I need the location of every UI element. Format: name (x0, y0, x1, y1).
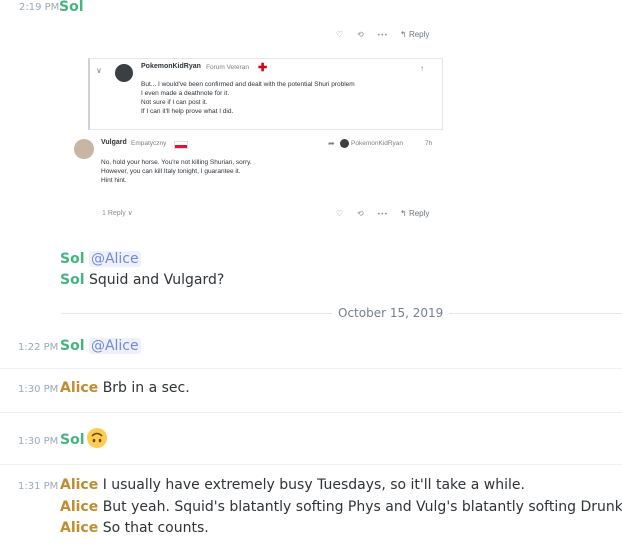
message-text: Brb in a sec. (102, 380, 190, 396)
message-text: I usually have extremely busy Tuesdays, … (102, 477, 525, 493)
author-name[interactable]: Sol (60, 432, 85, 448)
quote-body: But... I would've been confirmed and dea… (141, 80, 355, 116)
like-icon[interactable]: ♡ (336, 209, 343, 218)
timestamp: 1:30 PM (18, 384, 59, 395)
message: Alice But yeah. Squid's blatantly softin… (60, 499, 622, 515)
upside-down-face-icon (87, 428, 107, 448)
message-text: Squid and Vulgard? (88, 272, 225, 288)
author-name[interactable]: Sol (60, 338, 85, 354)
reply-to-icon: ➦ (328, 139, 335, 148)
timestamp: 1:22 PM (18, 342, 59, 353)
up-arrow-icon[interactable]: ↑ (420, 64, 424, 73)
flag-icon (174, 141, 188, 149)
share-icon[interactable]: ⟲ (357, 30, 364, 39)
reply-line: However, you can kill Italy tonight, I g… (101, 168, 241, 175)
date-divider: October 15, 2019 (332, 306, 450, 320)
message-text: So that counts. (102, 520, 209, 536)
share-icon[interactable]: ⟲ (357, 209, 364, 218)
reply-to-name[interactable]: PokemonKidRyan (351, 140, 403, 147)
avatar (340, 139, 349, 148)
mention[interactable]: @Alice (88, 338, 141, 354)
separator (0, 464, 622, 465)
reply-line: Hint hint. (101, 177, 127, 184)
post-age: 7h (425, 140, 433, 147)
author-name[interactable]: Sol (60, 251, 85, 267)
separator (0, 412, 622, 413)
author-name[interactable]: Alice (60, 477, 98, 493)
message-text: But yeah. Squid's blatantly softing Phys… (102, 499, 622, 515)
reply-label: Reply (408, 30, 430, 39)
more-icon[interactable]: ••• (377, 32, 388, 39)
separator (0, 368, 622, 369)
timestamp: 1:30 PM (18, 436, 59, 447)
author-name[interactable]: Sol (59, 0, 84, 15)
message: Sol (60, 432, 85, 448)
timestamp: 2:19 PM (19, 2, 60, 13)
quote-author[interactable]: PokemonKidRyan (141, 63, 201, 70)
message: Sol @Alice (60, 338, 141, 354)
message: Alice So that counts. (60, 520, 209, 536)
reply-author[interactable]: Vulgard (101, 139, 127, 146)
avatar (115, 64, 133, 82)
reply-label: Reply (408, 209, 430, 218)
author-name[interactable]: Alice (60, 499, 98, 515)
reply-button[interactable]: ↰ Reply (400, 30, 429, 39)
author-name[interactable]: Sol (60, 272, 85, 288)
reply-button[interactable]: ↰ Reply (400, 209, 429, 218)
message: Alice Brb in a sec. (60, 380, 190, 396)
like-icon[interactable]: ♡ (336, 30, 343, 39)
author-name[interactable]: Alice (60, 520, 98, 536)
author-name[interactable]: Alice (60, 380, 98, 396)
quote-line: I even made a deathnote for it. (141, 90, 230, 97)
reply-body: No, hold your horse. You're not killing … (101, 158, 252, 185)
reply-line: No, hold your horse. You're not killing … (101, 159, 252, 166)
quote-rank: Forum Veteran (206, 64, 249, 71)
message: Sol @Alice (60, 251, 141, 267)
collapse-icon[interactable]: ∨ (96, 66, 102, 75)
more-icon[interactable]: ••• (377, 211, 388, 218)
quote-line: But... I would've been confirmed and dea… (141, 81, 355, 88)
message: Alice I usually have extremely busy Tues… (60, 477, 525, 493)
mention[interactable]: @Alice (88, 251, 141, 267)
message: Sol Squid and Vulgard? (60, 272, 224, 288)
flag-icon: ✚ (258, 62, 268, 74)
timestamp: 1:31 PM (18, 481, 59, 492)
quote-line: If I can it'll help prove what I did. (141, 108, 234, 115)
replies-toggle[interactable]: 1 Reply ∨ (102, 209, 133, 217)
avatar (74, 139, 94, 159)
quote-line: Not sure if I can post it. (141, 99, 208, 106)
reply-rank: Empatyczny (131, 140, 167, 147)
